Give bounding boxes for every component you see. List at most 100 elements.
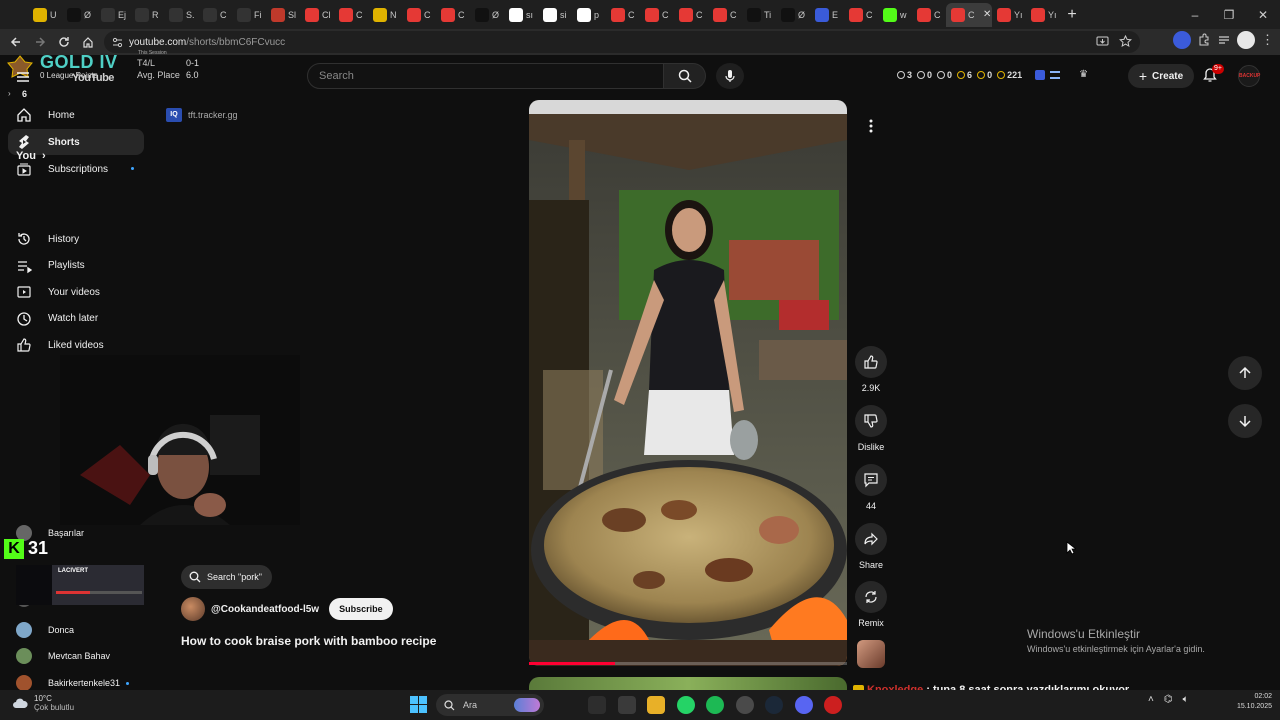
trophy-icon[interactable]: ♛ bbox=[1079, 69, 1088, 80]
browser-tab[interactable]: C bbox=[334, 3, 368, 27]
subscription-channel[interactable]: Donca bbox=[16, 619, 146, 641]
browser-tab[interactable]: N bbox=[368, 3, 402, 27]
menu-icon[interactable] bbox=[16, 71, 30, 83]
opera-icon[interactable] bbox=[824, 696, 842, 714]
back-button[interactable] bbox=[4, 30, 28, 54]
browser-tab[interactable]: R bbox=[130, 3, 164, 27]
network-icon[interactable]: ⌬ bbox=[1164, 694, 1173, 705]
forward-button[interactable] bbox=[28, 30, 52, 54]
install-app-icon[interactable] bbox=[1096, 35, 1109, 48]
new-tab-button[interactable]: + bbox=[1060, 6, 1084, 24]
sound-thumbnail[interactable] bbox=[857, 640, 885, 668]
home-button[interactable] bbox=[76, 30, 100, 54]
channel-name[interactable]: @Cookandeatfood-l5w bbox=[211, 604, 319, 615]
close-window-button[interactable]: ✕ bbox=[1246, 8, 1280, 22]
channel-avatar[interactable] bbox=[181, 597, 205, 621]
start-button[interactable] bbox=[410, 696, 427, 713]
app-icon[interactable] bbox=[735, 696, 754, 714]
list-icon[interactable] bbox=[1050, 70, 1061, 79]
spotify-icon[interactable] bbox=[706, 696, 724, 714]
search-button[interactable] bbox=[664, 63, 706, 89]
search-input[interactable]: Search bbox=[307, 63, 664, 89]
short-title[interactable]: How to cook braise pork with bamboo reci… bbox=[181, 634, 436, 648]
browser-tab[interactable]: C bbox=[606, 3, 640, 27]
browser-tab[interactable]: C bbox=[436, 3, 470, 27]
sidebar-item-home[interactable]: Home bbox=[8, 102, 144, 128]
browser-tab[interactable]: U bbox=[28, 3, 62, 27]
discord-icon[interactable] bbox=[794, 696, 813, 714]
browser-tab[interactable]: Ej bbox=[96, 3, 130, 27]
steam-icon[interactable] bbox=[765, 696, 783, 714]
browser-menu-button[interactable]: ⋮ bbox=[1261, 32, 1274, 48]
sidebar-item-history[interactable]: History bbox=[8, 226, 144, 252]
related-search-chip[interactable]: Search "pork" bbox=[181, 565, 272, 589]
browser-tab[interactable]: C bbox=[674, 3, 708, 27]
sidebar-item-your-videos[interactable]: Your videos bbox=[8, 279, 144, 305]
browser-tab[interactable]: C bbox=[640, 3, 674, 27]
browser-tab[interactable]: si bbox=[538, 3, 572, 27]
browser-tab[interactable]: Sl bbox=[266, 3, 300, 27]
next-short-preview[interactable] bbox=[529, 677, 847, 690]
comments-button[interactable] bbox=[855, 464, 887, 496]
weather-widget[interactable]: 10°C Çok bulutlu bbox=[12, 694, 74, 712]
previous-short-button[interactable] bbox=[1228, 356, 1262, 390]
browser-tab[interactable]: w bbox=[878, 3, 912, 27]
dislike-button[interactable] bbox=[855, 405, 887, 437]
subscribe-button[interactable]: Subscribe bbox=[329, 598, 393, 620]
browser-tab[interactable]: C bbox=[912, 3, 946, 27]
tab-close-icon[interactable]: ✕ bbox=[983, 9, 991, 20]
extension-icon[interactable] bbox=[1173, 31, 1191, 49]
taskbar-clock[interactable]: 02:02 15.10.2025 bbox=[1222, 692, 1272, 712]
bookmark-star-icon[interactable] bbox=[1119, 35, 1132, 48]
browser-tab[interactable]: Ø bbox=[776, 3, 810, 27]
you-section-header[interactable]: You › bbox=[16, 150, 46, 162]
browser-tab[interactable]: E bbox=[810, 3, 844, 27]
more-options-button[interactable] bbox=[857, 112, 885, 140]
reload-button[interactable] bbox=[52, 30, 76, 54]
taskbar-search[interactable]: Ara bbox=[436, 694, 544, 716]
terminal-icon[interactable] bbox=[588, 696, 606, 714]
create-button[interactable]: + Create bbox=[1128, 64, 1194, 88]
share-button[interactable] bbox=[855, 523, 887, 555]
file-explorer-icon[interactable] bbox=[647, 696, 665, 714]
browser-tab[interactable]: sı bbox=[504, 3, 538, 27]
browser-tab[interactable]: Yı bbox=[1026, 3, 1060, 27]
sidebar-item-watch-later[interactable]: Watch later bbox=[8, 306, 144, 332]
next-short-button[interactable] bbox=[1228, 404, 1262, 438]
reading-list-icon[interactable] bbox=[1217, 33, 1231, 47]
browser-tab[interactable]: C bbox=[844, 3, 878, 27]
address-bar[interactable]: youtube.com/shorts/bbmC6FCvucc bbox=[104, 31, 1140, 53]
voice-search-button[interactable] bbox=[716, 63, 744, 89]
browser-tab[interactable]: Ti bbox=[742, 3, 776, 27]
volume-icon[interactable]: 🔈︎ bbox=[1183, 694, 1189, 705]
chevron-up-icon[interactable]: ˄ bbox=[1148, 694, 1154, 705]
browser-tab[interactable]: C bbox=[708, 3, 742, 27]
profile-avatar[interactable] bbox=[1237, 31, 1255, 49]
short-video-player[interactable] bbox=[529, 100, 847, 666]
puzzle-icon[interactable] bbox=[1197, 33, 1211, 47]
browser-tab[interactable]: Yı bbox=[992, 3, 1026, 27]
video-progress-bar[interactable] bbox=[529, 662, 847, 665]
remix-button[interactable] bbox=[855, 581, 887, 613]
like-button[interactable] bbox=[855, 346, 887, 378]
browser-tab[interactable]: Fi bbox=[232, 3, 266, 27]
minimize-button[interactable]: – bbox=[1178, 8, 1212, 22]
browser-tab[interactable]: C bbox=[198, 3, 232, 27]
restore-button[interactable]: ❐ bbox=[1212, 8, 1246, 22]
browser-tab[interactable]: Ø bbox=[62, 3, 96, 27]
tab-favicon-icon bbox=[849, 7, 863, 22]
settings-icon[interactable] bbox=[617, 696, 636, 714]
account-avatar[interactable]: BACKUP bbox=[1238, 65, 1260, 87]
browser-tab[interactable]: Ø bbox=[470, 3, 504, 27]
browser-tab[interactable]: C bbox=[402, 3, 436, 27]
youtube-logo[interactable]: YouTube bbox=[72, 72, 114, 84]
your-videos-icon bbox=[16, 284, 32, 300]
subscription-channel[interactable]: Mevtcan Bahav bbox=[16, 645, 146, 667]
sidebar-item-playlists[interactable]: Playlists bbox=[8, 253, 144, 279]
browser-tab[interactable]: C ✕ bbox=[946, 2, 992, 27]
whatsapp-icon[interactable] bbox=[676, 696, 695, 714]
browser-tab[interactable]: Cl bbox=[300, 3, 334, 27]
extension-logo-icon[interactable] bbox=[1035, 69, 1046, 80]
browser-tab[interactable]: S. bbox=[164, 3, 198, 27]
browser-tab[interactable]: p bbox=[572, 3, 606, 27]
